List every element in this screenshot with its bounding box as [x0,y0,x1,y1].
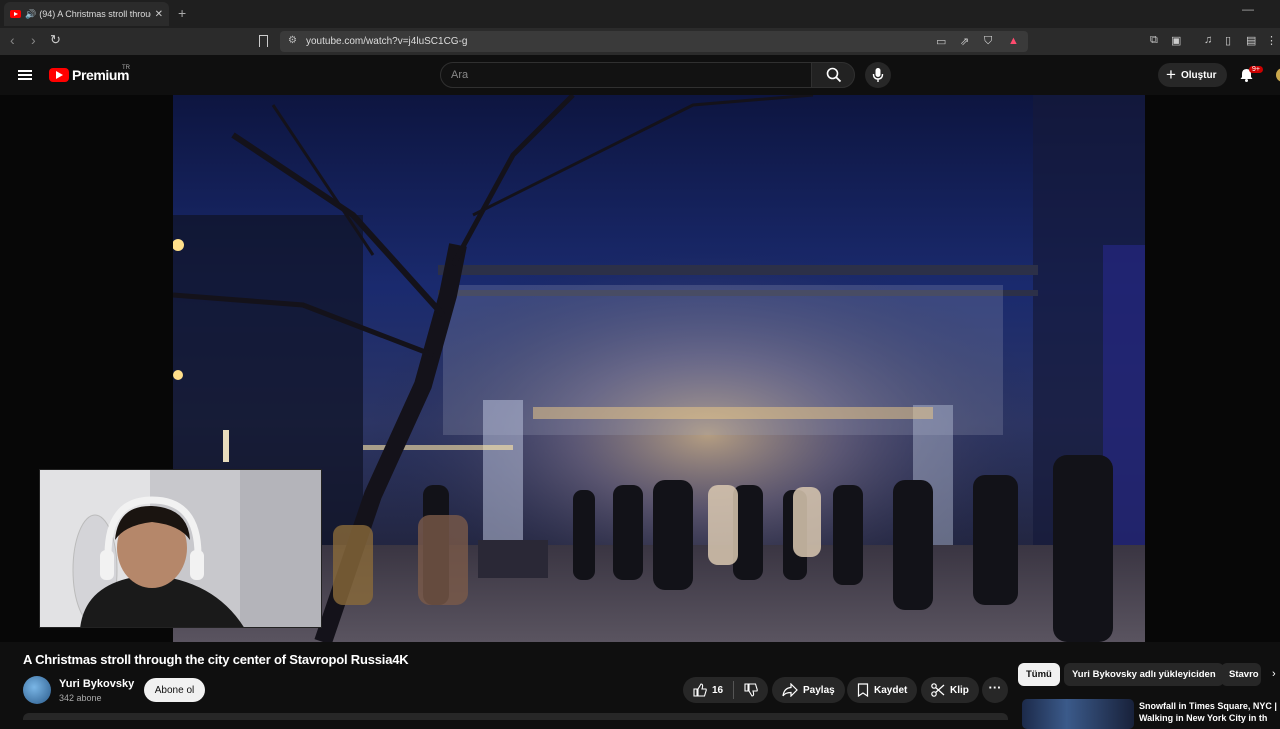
more-actions-button[interactable]: ··· [982,677,1008,703]
notification-badge: 9+ [1249,66,1263,73]
save-label: Kaydet [874,684,908,696]
youtube-masthead: Premium TR Ara + Oluştur 9+ [0,55,1280,95]
thumbs-down-icon[interactable] [744,683,758,697]
brand-region: TR [122,65,130,71]
related-video-title-line2: Walking in New York City in th [1139,713,1268,723]
search-placeholder: Ara [451,69,469,81]
chip-uploader[interactable]: Yuri Bykovsky adlı yükleyiciden [1064,663,1224,686]
tab-close-icon[interactable]: ✕ [155,9,163,20]
save-icon [857,683,869,697]
new-tab-icon[interactable]: + [178,5,186,21]
tab-search-icon[interactable]: ▣ [1171,34,1181,47]
chip-stavropol[interactable]: Stavro [1221,663,1261,686]
rewards-icon[interactable]: ▲ [1008,35,1019,47]
browser-tab[interactable]: 🔊 (94) A Christmas stroll throug ✕ [4,2,169,26]
youtube-logo-icon[interactable] [49,68,69,82]
menu-icon[interactable]: ⋮ [1266,34,1277,47]
tab-title: (94) A Christmas stroll throug [39,9,151,19]
share-button[interactable]: Paylaş [772,677,845,703]
chip-all[interactable]: Tümü [1018,663,1060,686]
microphone-icon [872,68,884,82]
chevron-right-icon[interactable]: › [1272,668,1276,680]
back-icon[interactable]: ‹ [10,32,15,48]
brand-name[interactable]: Premium [72,67,130,83]
subscriber-count: 342 abone [59,693,102,703]
save-button[interactable]: Kaydet [847,677,918,703]
webcam-image [40,470,321,627]
share-page-icon[interactable]: ⇗ [960,35,969,48]
cast-icon[interactable]: ▭ [936,35,946,48]
media-icon[interactable]: ♫ [1204,34,1212,46]
browser-tab-bar: 🔊 (94) A Christmas stroll throug ✕ + — [0,0,1280,28]
like-count: 16 [712,684,724,696]
browser-toolbar: ‹ › ↻ ⚙ youtube.com/watch?v=j4luSC1CG-g … [0,28,1280,55]
url-text: youtube.com/watch?v=j4luSC1CG-g [306,36,468,47]
account-avatar[interactable] [1276,68,1280,82]
like-button[interactable]: 16 [693,683,723,697]
more-icon: ··· [988,680,1002,695]
search-button[interactable] [811,62,855,88]
speaker-icon[interactable]: 🔊 [25,9,36,20]
related-video-thumbnail[interactable] [1022,699,1134,729]
thumbs-up-icon [693,683,707,697]
wallet-icon[interactable]: ▤ [1246,34,1256,47]
create-label: Oluştur [1180,69,1217,81]
forward-icon[interactable]: › [31,32,36,48]
bookmark-icon[interactable] [259,35,268,47]
hamburger-menu-icon[interactable] [18,70,32,80]
clip-button[interactable]: Klip [921,677,979,703]
subscribe-button[interactable]: Abone ol [144,678,205,702]
reload-icon[interactable]: ↻ [50,32,61,48]
shield-icon[interactable]: ⛉ [984,35,992,48]
search-input[interactable]: Ara [440,62,812,88]
voice-search-button[interactable] [865,62,891,88]
video-title: A Christmas stroll through the city cent… [23,652,409,667]
search-icon [826,67,842,83]
like-dislike-group: 16 [683,677,769,703]
window-minimize-icon[interactable]: — [1242,2,1254,16]
channel-name[interactable]: Yuri Bykovsky [59,678,134,690]
site-settings-icon[interactable]: ⚙ [288,35,297,46]
extensions-icon[interactable]: ⧉ [1150,34,1158,47]
related-video-title[interactable]: Snowfall in Times Square, NYC | Walking … [1139,700,1280,724]
share-label: Paylaş [803,684,835,696]
clip-label: Klip [950,684,969,696]
share-icon [782,683,798,697]
webcam-overlay [39,469,322,628]
create-button[interactable]: + Oluştur [1158,63,1227,87]
description-box[interactable] [23,713,1008,720]
channel-avatar[interactable] [23,676,51,704]
scissors-icon [931,683,945,697]
address-bar[interactable]: ⚙ youtube.com/watch?v=j4luSC1CG-g ▭ ⇗ ⛉ … [280,31,1028,52]
youtube-favicon-icon [10,10,21,18]
related-video-title-line1: Snowfall in Times Square, NYC | [1139,701,1277,711]
sidebar-icon[interactable]: ▯ [1225,34,1231,47]
plus-icon: + [1166,65,1176,84]
